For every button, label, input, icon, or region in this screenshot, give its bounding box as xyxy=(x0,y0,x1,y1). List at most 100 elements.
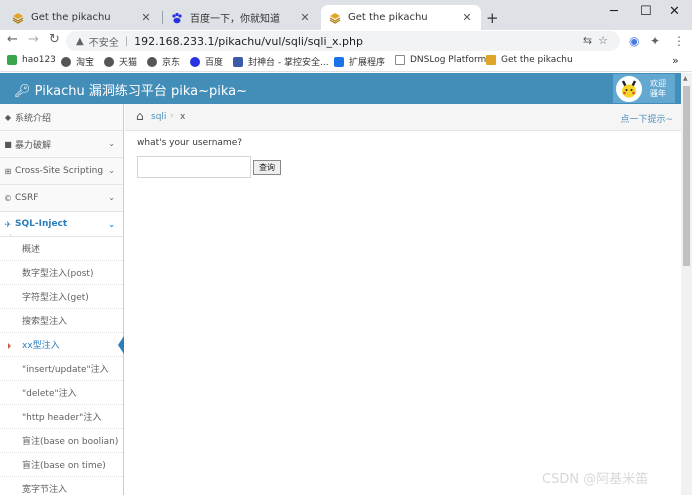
tab-3-active[interactable]: Get the pikachu ✕ xyxy=(321,5,481,30)
pikachu-avatar-icon xyxy=(621,79,637,97)
omnibox-actions: ⇆☆ xyxy=(583,34,614,47)
breadcrumb: ⌂ sqli › x 点一下提示~ xyxy=(125,104,681,131)
sidebar-item-csrf[interactable]: © CSRF ⌄ xyxy=(0,185,123,212)
chevron-down-icon: ⌄ xyxy=(108,166,115,175)
menu-dots-icon[interactable]: ⋮ xyxy=(673,34,685,48)
globe-icon xyxy=(61,56,71,67)
chevron-down-icon: ⌄ xyxy=(108,139,115,148)
sidebar: ◆ 系统介绍 ■ 暴力破解 ⌄ ⊞ Cross-Site Scripting ⌄… xyxy=(0,104,124,495)
sidebar-subitem-wide-byte[interactable]: 宽字节注入 xyxy=(0,477,123,495)
sidebar-item-label: Cross-Site Scripting xyxy=(15,166,104,176)
sidebar-item-xss[interactable]: ⊞ Cross-Site Scripting ⌄ xyxy=(0,158,123,185)
separator: | xyxy=(124,35,129,47)
bookmark-baidu[interactable]: 百度 xyxy=(190,55,223,68)
chevron-down-icon: ⌄ xyxy=(108,193,115,202)
pikachu-favicon-icon xyxy=(486,55,496,65)
bookmark-fengshentai[interactable]: 封神台 - 掌控安全... xyxy=(233,55,329,68)
tab-title: 百度一下，你就知道 xyxy=(190,14,280,25)
user-menu[interactable]: 欢迎 骚年 xyxy=(613,74,675,103)
url-text[interactable]: 192.168.233.1/pikachu/vul/sqli/sqli_x.ph… xyxy=(134,35,363,48)
sidebar-subitem-insert-update[interactable]: "insert/update"注入 xyxy=(0,357,123,381)
profile-circle-icon[interactable]: ◉ xyxy=(629,34,639,48)
lock-icon: ■ xyxy=(4,139,12,149)
reload-icon[interactable]: ↻ xyxy=(49,32,60,47)
sidebar-subitem-blind-time[interactable]: 盲注(base on time) xyxy=(0,453,123,477)
bookmark-jd[interactable]: 京东 xyxy=(147,55,180,68)
bookmark-label: 百度 xyxy=(205,58,224,68)
maximize-icon[interactable]: ☐ xyxy=(640,4,652,19)
subitem-label: 盲注(base on boolian) xyxy=(22,437,119,447)
translate-icon[interactable]: ⇆ xyxy=(583,34,598,47)
query-button[interactable]: 查询 xyxy=(253,160,281,175)
star-icon[interactable]: ☆ xyxy=(598,34,614,47)
extensions-puzzle-icon[interactable]: ✦ xyxy=(650,34,660,48)
bookmark-label: 京东 xyxy=(162,58,181,68)
bookmark-taobao[interactable]: 淘宝 xyxy=(61,55,94,68)
sidebar-item-bruteforce[interactable]: ■ 暴力破解 ⌄ xyxy=(0,131,123,158)
key-icon: 🔑︎ xyxy=(14,84,31,99)
window-close-icon[interactable]: ✕ xyxy=(669,4,680,19)
sidebar-item-label: 暴力破解 xyxy=(15,140,52,151)
subitem-label: 宽字节注入 xyxy=(22,485,68,495)
breadcrumb-link-sqli[interactable]: sqli xyxy=(151,112,166,122)
bookmark-hao123[interactable]: hao123 xyxy=(7,55,56,65)
sidebar-subitem-numeric-post[interactable]: 数字型注入(post) xyxy=(0,261,123,285)
bookmark-extensions[interactable]: 扩展程序 xyxy=(334,55,385,68)
warning-icon: ▲ xyxy=(76,35,84,47)
sidebar-subitem-xx-active[interactable]: xx型注入 xyxy=(0,333,124,357)
close-icon[interactable]: ✕ xyxy=(461,11,473,24)
sitemap-icon: ⊞ xyxy=(4,166,12,176)
forward-arrow-icon[interactable]: → xyxy=(28,32,39,47)
globe-icon xyxy=(104,56,114,67)
more-bookmarks-icon[interactable]: » xyxy=(672,54,679,67)
home-icon[interactable]: ⌂ xyxy=(136,109,144,123)
tab-1[interactable]: Get the pikachu ✕ xyxy=(4,5,160,30)
sidebar-subitem-string-get[interactable]: 字符型注入(get) xyxy=(0,285,123,309)
welcome-line: 欢迎 xyxy=(650,78,666,88)
scroll-up-arrow-icon[interactable]: ▲ xyxy=(683,75,688,82)
new-tab-button[interactable]: + xyxy=(486,9,499,27)
minimize-icon[interactable]: ─ xyxy=(610,4,618,19)
sidebar-item-sql-inject[interactable]: ✈ SQL-Inject ⌄ xyxy=(0,212,123,237)
sidebar-subitem-http-header[interactable]: "http header"注入 xyxy=(0,405,123,429)
globe-icon xyxy=(147,56,157,67)
hao123-icon xyxy=(7,55,17,65)
welcome-text: 欢迎 骚年 xyxy=(650,79,666,99)
puzzle-icon xyxy=(334,56,344,67)
scrollbar-thumb[interactable] xyxy=(683,86,690,266)
username-input[interactable] xyxy=(137,156,251,178)
subitem-label: 字符型注入(get) xyxy=(22,293,89,303)
watermark: CSDN @阿基米笛 xyxy=(542,472,649,487)
bookmark-label: hao123 xyxy=(22,55,56,65)
bookmark-label: Get the pikachu xyxy=(501,55,573,65)
back-arrow-icon[interactable]: ← xyxy=(7,32,18,47)
bookmark-dnslog[interactable]: DNSLog Platform xyxy=(395,55,486,65)
subitem-label: xx型注入 xyxy=(22,341,60,351)
tab-2[interactable]: 百度一下，你就知道 ✕ xyxy=(163,5,319,30)
sidebar-subitem-overview[interactable]: 概述 xyxy=(0,237,123,261)
site-header: 🔑︎ Pikachu 漏洞练习平台 pika~pika~ 欢迎 骚年 xyxy=(0,73,681,104)
bookmark-pikachu[interactable]: Get the pikachu xyxy=(486,55,573,65)
bookmark-tmall[interactable]: 天猫 xyxy=(104,55,137,68)
page-scrollbar[interactable]: ▲ xyxy=(681,73,692,495)
close-icon[interactable]: ✕ xyxy=(299,11,311,24)
bookmark-label: DNSLog Platform xyxy=(410,55,487,65)
chevron-down-icon: ⌄ xyxy=(108,220,115,229)
sidebar-subitem-delete[interactable]: "delete"注入 xyxy=(0,381,123,405)
bookmark-label: 淘宝 xyxy=(76,58,95,68)
copyright-icon: © xyxy=(4,193,12,203)
welcome-line: 骚年 xyxy=(650,88,666,98)
fighter-jet-icon: ✈ xyxy=(4,219,12,229)
address-bar[interactable]: ▲ 不安全 | 192.168.233.1/pikachu/vul/sqli/s… xyxy=(66,31,620,51)
sidebar-item-intro[interactable]: ◆ 系统介绍 xyxy=(0,104,123,131)
sidebar-subitem-search[interactable]: 搜索型注入 xyxy=(0,309,123,333)
bookmarks-bar: hao123 淘宝 天猫 京东 百度 封神台 - 掌控安全... 扩展程序 DN… xyxy=(0,52,692,72)
hint-link[interactable]: 点一下提示~ xyxy=(620,112,673,125)
close-icon[interactable]: ✕ xyxy=(140,11,152,24)
baidu-favicon-icon xyxy=(171,12,183,24)
sidebar-item-label: SQL-Inject xyxy=(15,219,68,229)
sidebar-item-label: 系统介绍 xyxy=(15,113,52,124)
sidebar-subitem-blind-boolean[interactable]: 盲注(base on boolian) xyxy=(0,429,123,453)
tag-icon: ◆ xyxy=(4,112,12,122)
site-brand[interactable]: 🔑︎ Pikachu 漏洞练习平台 pika~pika~ xyxy=(14,80,247,99)
